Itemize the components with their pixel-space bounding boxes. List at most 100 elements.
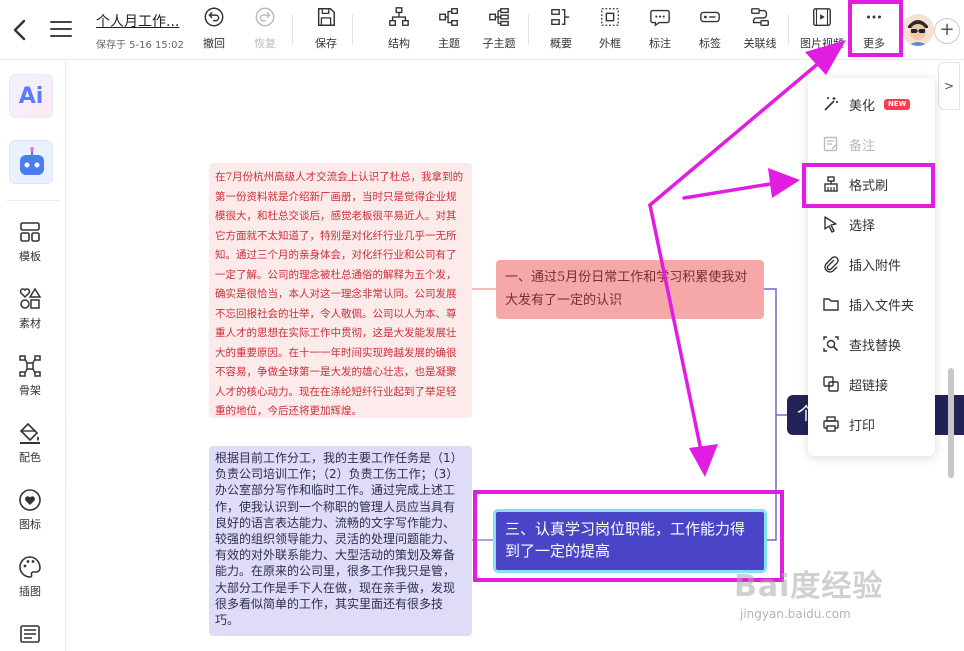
summary-label: 概要 [550,37,572,50]
ai-assistant-button[interactable]: Ai [9,74,53,118]
structure-icon [377,6,421,30]
menu-item-label: 打印 [849,419,876,434]
menu-item-label: 选择 [849,219,876,234]
label-button[interactable]: 标签 [688,6,732,54]
summary-icon [539,6,583,30]
new-badge: NEW [884,99,911,110]
top-toolbar: 个人月工作... 保存于 5-16 15:02 撤回 恢复 保存 结构 主题 子… [0,0,964,60]
menu-item-find-replace[interactable]: 查找替换 [808,326,935,362]
heart-icon [0,488,60,514]
callout-icon [638,6,682,30]
magic-wand-icon [822,95,840,113]
toolbar-divider [528,14,529,44]
sidebar-item-label: 插图 [19,585,41,598]
sidebar-item-skeleton[interactable]: 骨架 [0,354,60,398]
shapes-icon [0,287,60,313]
topic-node-3-selected[interactable]: 三、认真学习岗位职能，工作能力得到了一定的提高 [493,509,767,573]
note-icon [822,135,840,153]
film-icon [800,6,844,30]
menu-item-print[interactable]: 打印 [808,406,935,442]
boundary-label: 外框 [599,37,621,50]
watermark-logo: Bai度经验 [734,569,884,604]
subtopic-button[interactable]: 子主题 [477,6,521,54]
undo-label: 撤回 [203,37,225,50]
template-icon [0,220,60,246]
menu-item-hyperlink[interactable]: 超链接 [808,366,935,402]
document-title[interactable]: 个人月工作... [96,11,179,31]
highlight-more-button [848,0,903,57]
redo-button[interactable]: 恢复 [243,6,287,54]
label-label: 标签 [699,37,721,50]
sidebar-item-label: 素材 [19,317,41,330]
toolbar-divider [788,14,789,44]
sidebar-item-material[interactable]: 素材 [0,287,60,331]
callout-button[interactable]: 标注 [638,6,682,54]
user-avatar[interactable] [902,14,934,46]
right-panel-toggle[interactable]: > [938,62,960,110]
sidebar-item-label: 模板 [19,250,41,263]
menu-item-insert-folder[interactable]: 插入文件夹 [808,286,935,322]
sidebar-divider [6,200,60,201]
paint-bucket-icon [0,421,60,447]
save-icon [304,6,348,30]
sidebar-item-illustration[interactable]: 插图 [0,555,60,599]
save-status: 保存于 5-16 15:02 [96,40,184,51]
mindmap-app: 个人月工作... 保存于 5-16 15:02 撤回 恢复 保存 结构 主题 子… [0,0,964,651]
redo-icon [243,6,287,30]
image-video-button[interactable]: 图片视频 [800,6,844,54]
undo-icon [192,6,236,30]
highlight-format-brush [802,163,935,208]
relation-line-icon [738,6,782,30]
note-bubble-red[interactable]: 在7月份杭州高级人才交流会上认识了杜总，我拿到的第一份资料就是介绍新厂画册，当时… [209,163,472,418]
topic-node-1[interactable]: 一、通过5月份日常工作和学习积累使我对大发有了一定的认识 [496,260,764,319]
summary-button[interactable]: 概要 [539,6,583,54]
menu-item-insert-attachment[interactable]: 插入附件 [808,246,935,282]
watermark-url: jingyan.baidu.com [740,607,851,621]
note-bubble-purple[interactable]: 根据目前工作分工，我的主要工作任务是（1）负责公司培训工作；（2）负责工伤工作；… [209,446,472,636]
sidebar-item-image[interactable] [0,622,60,650]
topic-button[interactable]: 主题 [427,6,471,54]
more-menu: 美化 NEW 备注 格式刷 选择 插入附件 插入文件夹 查找替换 超链接 打印 [808,78,935,456]
palette-icon [0,555,60,581]
sidebar-item-label: 骨架 [19,384,41,397]
tag-icon [688,6,732,30]
subtopic-label: 子主题 [482,37,516,50]
structure-button[interactable]: 结构 [377,6,421,54]
left-sidebar: Ai 模板 素材 骨架 配色 图标 插图 [0,60,66,651]
add-collaborator-button[interactable]: + [934,18,960,44]
boundary-button[interactable]: 外框 [588,6,632,54]
vertical-scrollbar[interactable] [948,368,954,478]
menu-item-beautify[interactable]: 美化 NEW [808,86,935,122]
paperclip-icon [822,255,840,273]
relation-line-button[interactable]: 关联线 [738,6,782,54]
sidebar-item-label: 图标 [19,518,41,531]
sidebar-item-template[interactable]: 模板 [0,220,60,264]
undo-button[interactable]: 撤回 [192,6,236,54]
menu-item-label: 超链接 [849,379,889,394]
baidu-watermark: Bai度经验 jingyan.baidu.com [734,561,954,631]
topic-icon [427,6,471,30]
toolbar-divider [352,14,353,44]
menu-item-label: 美化 [849,99,876,114]
menu-item-select[interactable]: 选择 [808,206,935,242]
menu-item-label: 备注 [849,139,876,154]
callout-label: 标注 [649,37,671,50]
back-icon[interactable] [10,18,32,42]
sidebar-item-icon[interactable]: 图标 [0,488,60,532]
save-button[interactable]: 保存 [304,6,348,54]
cursor-icon [822,215,840,233]
menu-item-note[interactable]: 备注 [808,126,935,162]
sidebar-item-label: 配色 [19,451,41,464]
menu-item-label: 插入文件夹 [849,299,915,314]
boundary-icon [588,6,632,30]
subtopic-icon [477,6,521,30]
printer-icon [822,415,840,433]
skeleton-icon [0,354,60,380]
robot-icon[interactable] [9,140,53,184]
sidebar-item-color[interactable]: 配色 [0,421,60,465]
redo-label: 恢复 [254,37,276,50]
menu-item-label: 查找替换 [849,339,902,354]
structure-label: 结构 [388,37,410,50]
image-icon [0,622,60,648]
menu-icon[interactable] [50,21,72,39]
